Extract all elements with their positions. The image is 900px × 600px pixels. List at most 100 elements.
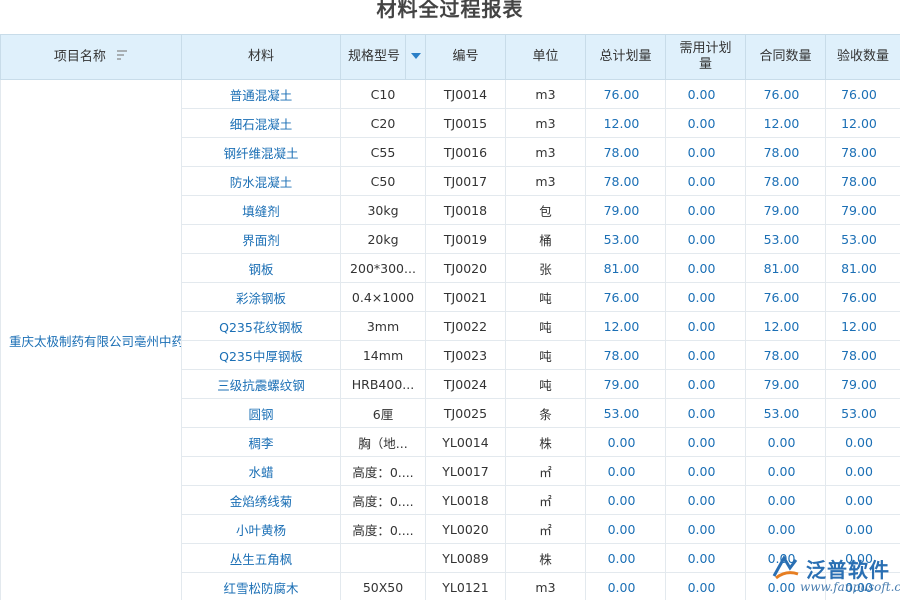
cell-contract-qty: 0.00 [745, 427, 826, 457]
cell-accept-qty: 78.00 [825, 137, 900, 167]
cell-contract-qty: 76.00 [745, 282, 826, 312]
cell-total-plan: 78.00 [585, 166, 666, 196]
cell-material[interactable]: 水蜡 [181, 456, 341, 486]
cell-material[interactable]: 钢板 [181, 253, 341, 283]
cell-project-name[interactable]: 重庆太极制药有限公司亳州中药 [0, 79, 182, 600]
col-spec[interactable]: 规格型号 [340, 34, 426, 80]
cell-total-plan: 12.00 [585, 311, 666, 341]
cell-contract-qty: 53.00 [745, 224, 826, 254]
cell-unit: 株 [505, 543, 586, 573]
cell-material[interactable]: 普通混凝土 [181, 79, 341, 109]
col-demand-plan[interactable]: 需用计划量 [665, 34, 746, 80]
cell-spec: 30kg [340, 195, 426, 225]
col-contract-qty[interactable]: 合同数量 [745, 34, 826, 80]
cell-material[interactable]: 三级抗震螺纹钢 [181, 369, 341, 399]
cell-material[interactable]: 界面剂 [181, 224, 341, 254]
cell-contract-qty: 76.00 [745, 79, 826, 109]
cell-unit: m3 [505, 79, 586, 109]
cell-total-plan: 78.00 [585, 137, 666, 167]
cell-total-plan: 0.00 [585, 485, 666, 515]
cell-accept-qty: 0.00 [825, 427, 900, 457]
cell-code: YL0018 [425, 485, 506, 515]
cell-accept-qty: 79.00 [825, 195, 900, 225]
cell-material[interactable]: 小叶黄杨 [181, 514, 341, 544]
cell-spec: 高度：0.... [340, 485, 426, 515]
cell-material[interactable]: 填缝剂 [181, 195, 341, 225]
cell-spec: 20kg [340, 224, 426, 254]
cell-accept-qty: 12.00 [825, 108, 900, 138]
cell-demand-plan: 0.00 [665, 514, 746, 544]
cell-contract-qty: 12.00 [745, 108, 826, 138]
cell-demand-plan: 0.00 [665, 282, 746, 312]
col-demand-plan-label: 需用计划量 [679, 41, 732, 72]
cell-material[interactable]: 红雪松防腐木 [181, 572, 341, 600]
cell-code: TJ0022 [425, 311, 506, 341]
cell-total-plan: 0.00 [585, 514, 666, 544]
col-spec-label: 规格型号 [347, 49, 400, 64]
cell-spec: C10 [340, 79, 426, 109]
table-row[interactable]: 重庆太极制药有限公司亳州中药 普通混凝土 C10 TJ0014 m3 76.00 0.00 7… [0, 79, 900, 600]
cell-material[interactable]: 彩涂钢板 [181, 282, 341, 312]
cell-code: TJ0015 [425, 108, 506, 138]
cell-total-plan: 0.00 [585, 427, 666, 457]
cell-code: TJ0023 [425, 340, 506, 370]
cell-material[interactable]: 防水混凝土 [181, 166, 341, 196]
cell-demand-plan: 0.00 [665, 108, 746, 138]
cell-contract-qty: 81.00 [745, 253, 826, 283]
cell-spec: 3mm [340, 311, 426, 341]
col-material[interactable]: 材料 [181, 34, 341, 80]
cell-contract-qty: 79.00 [745, 195, 826, 225]
cell-total-plan: 78.00 [585, 340, 666, 370]
cell-spec [340, 543, 426, 573]
col-unit[interactable]: 单位 [505, 34, 586, 80]
cell-spec: 高度：0.... [340, 456, 426, 486]
cell-unit: ㎡ [505, 456, 586, 486]
cell-contract-qty: 79.00 [745, 369, 826, 399]
cell-material[interactable]: 稠李 [181, 427, 341, 457]
cell-accept-qty: 79.00 [825, 369, 900, 399]
cell-code: TJ0025 [425, 398, 506, 428]
cell-unit: m3 [505, 166, 586, 196]
sort-icon[interactable] [116, 49, 128, 65]
cell-spec: 6厘 [340, 398, 426, 428]
cell-material[interactable]: 圆钢 [181, 398, 341, 428]
cell-spec: C50 [340, 166, 426, 196]
cell-unit: m3 [505, 108, 586, 138]
cell-code: YL0121 [425, 572, 506, 600]
col-accept-qty[interactable]: 验收数量 [825, 34, 900, 80]
col-project-name-label: 项目名称 [53, 49, 106, 65]
cell-accept-qty: 76.00 [825, 79, 900, 109]
cell-spec: 14mm [340, 340, 426, 370]
cell-unit: 株 [505, 427, 586, 457]
cell-unit: 包 [505, 195, 586, 225]
cell-code: YL0089 [425, 543, 506, 573]
cell-material[interactable]: 金焰绣线菊 [181, 485, 341, 515]
col-code[interactable]: 编号 [425, 34, 506, 80]
cell-spec: C55 [340, 137, 426, 167]
cell-unit: ㎡ [505, 485, 586, 515]
cell-unit: m3 [505, 572, 586, 600]
cell-contract-qty: 78.00 [745, 166, 826, 196]
cell-material[interactable]: 细石混凝土 [181, 108, 341, 138]
cell-demand-plan: 0.00 [665, 572, 746, 600]
cell-total-plan: 0.00 [585, 543, 666, 573]
cell-code: TJ0020 [425, 253, 506, 283]
cell-contract-qty: 78.00 [745, 137, 826, 167]
cell-demand-plan: 0.00 [665, 224, 746, 254]
filter-dropdown-icon[interactable] [411, 53, 421, 59]
col-project-name[interactable]: 项目名称 [0, 34, 182, 80]
cell-material[interactable]: Q235花纹钢板 [181, 311, 341, 341]
cell-material[interactable]: 丛生五角枫 [181, 543, 341, 573]
watermark-url: www.fanpusoft.com [800, 580, 900, 594]
col-divider [405, 35, 406, 79]
cell-material[interactable]: 钢纤维混凝土 [181, 137, 341, 167]
col-total-plan[interactable]: 总计划量 [585, 34, 666, 80]
cell-unit: 吨 [505, 311, 586, 341]
cell-total-plan: 79.00 [585, 369, 666, 399]
cell-spec: C20 [340, 108, 426, 138]
cell-code: TJ0016 [425, 137, 506, 167]
cell-code: TJ0019 [425, 224, 506, 254]
cell-accept-qty: 0.00 [825, 514, 900, 544]
cell-material[interactable]: Q235中厚钢板 [181, 340, 341, 370]
cell-contract-qty: 0.00 [745, 514, 826, 544]
